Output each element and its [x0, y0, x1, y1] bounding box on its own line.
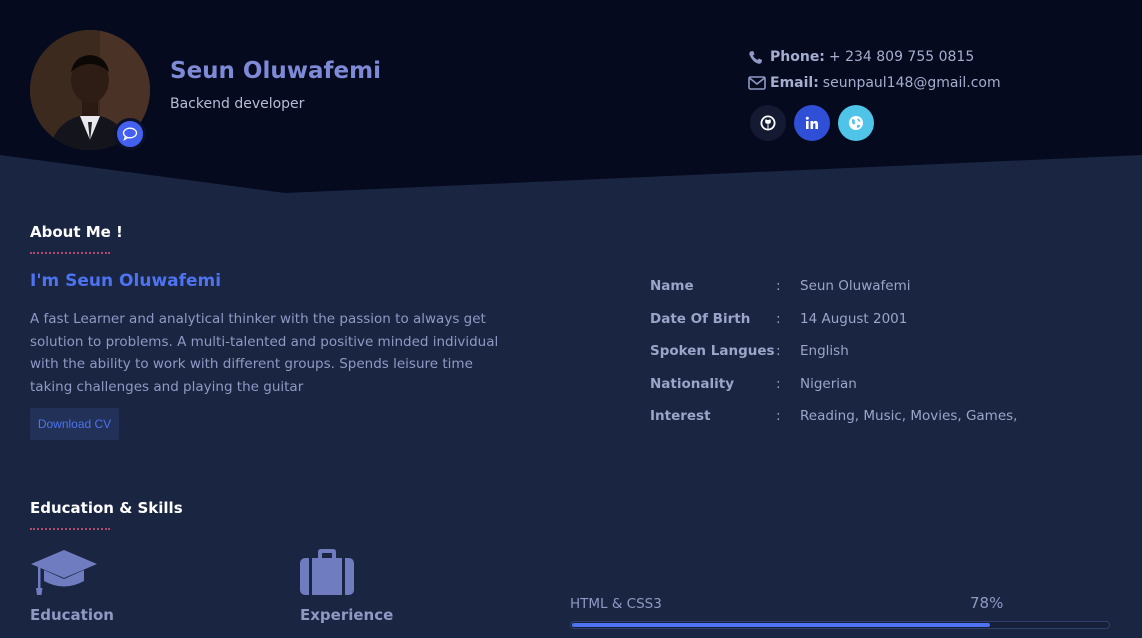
globe-icon — [849, 116, 863, 130]
info-label: Interest — [650, 408, 711, 425]
info-separator: : — [776, 310, 781, 327]
about-title-underline — [30, 252, 110, 254]
email-row: Email: seunpaul148@gmail.com — [748, 70, 1001, 96]
phone-icon — [748, 50, 770, 65]
linkedin-link[interactable] — [794, 105, 830, 141]
info-value: Seun Oluwafemi — [800, 278, 911, 295]
github-link[interactable] — [750, 105, 786, 141]
info-row-languages: Spoken Langues : English — [650, 335, 1017, 368]
info-separator: : — [776, 375, 781, 392]
info-value: Nigerian — [800, 375, 857, 392]
graduation-cap-icon — [31, 550, 97, 595]
experience-label: Experience — [300, 606, 394, 624]
info-value: Reading, Music, Movies, Games, — [800, 408, 1018, 425]
profile-name: Seun Oluwafemi — [170, 58, 381, 84]
contact-info: Phone: + 234 809 755 0815 Email: seunpau… — [748, 44, 1001, 96]
skill-progress-fill — [572, 623, 990, 627]
github-icon — [760, 115, 776, 131]
briefcase-icon — [300, 549, 354, 595]
skill-progress-track — [570, 621, 1110, 629]
info-label: Spoken Langues — [650, 343, 775, 360]
email-value[interactable]: seunpaul148@gmail.com — [823, 75, 1001, 91]
info-row-nationality: Nationality : Nigerian — [650, 368, 1017, 401]
social-links — [750, 105, 874, 141]
profile-role: Backend developer — [170, 96, 305, 112]
phone-row: Phone: + 234 809 755 0815 — [748, 44, 1001, 70]
email-label: Email: — [770, 75, 819, 91]
education-section-title: Education & Skills — [30, 499, 183, 517]
about-description: A fast Learner and analytical thinker wi… — [30, 311, 499, 395]
info-separator: : — [776, 278, 781, 295]
info-label: Name — [650, 278, 694, 295]
info-row-date-of-birth: Date Of Birth : 14 August 2001 — [650, 303, 1017, 336]
about-intro: I'm Seun Oluwafemi — [30, 271, 222, 291]
info-value: English — [800, 343, 849, 360]
info-separator: : — [776, 343, 781, 360]
education-label: Education — [30, 606, 114, 624]
envelope-icon — [748, 76, 770, 90]
info-label: Date Of Birth — [650, 310, 751, 327]
info-label: Nationality — [650, 375, 734, 392]
skill-label: HTML & CSS3 — [570, 596, 662, 612]
info-row-name: Name : Seun Oluwafemi — [650, 270, 1017, 303]
profile-avatar — [30, 30, 150, 150]
education-title-underline — [30, 528, 110, 530]
skill-percent: 78% — [970, 594, 1004, 612]
download-cv-button[interactable]: Download CV — [30, 408, 119, 440]
linkedin-icon — [805, 116, 818, 129]
info-separator: : — [776, 408, 781, 425]
about-section-title: About Me ! — [30, 223, 123, 241]
personal-info-list: Name : Seun Oluwafemi Date Of Birth : 14… — [650, 270, 1017, 433]
phone-value[interactable]: + 234 809 755 0815 — [829, 49, 974, 65]
experience-block: Experience — [300, 548, 393, 624]
chat-icon[interactable] — [114, 118, 146, 150]
phone-label: Phone: — [770, 49, 825, 65]
info-row-interest: Interest : Reading, Music, Movies, Games… — [650, 400, 1017, 433]
website-link[interactable] — [838, 105, 874, 141]
education-block: Education — [30, 548, 114, 624]
info-value: 14 August 2001 — [800, 310, 908, 327]
